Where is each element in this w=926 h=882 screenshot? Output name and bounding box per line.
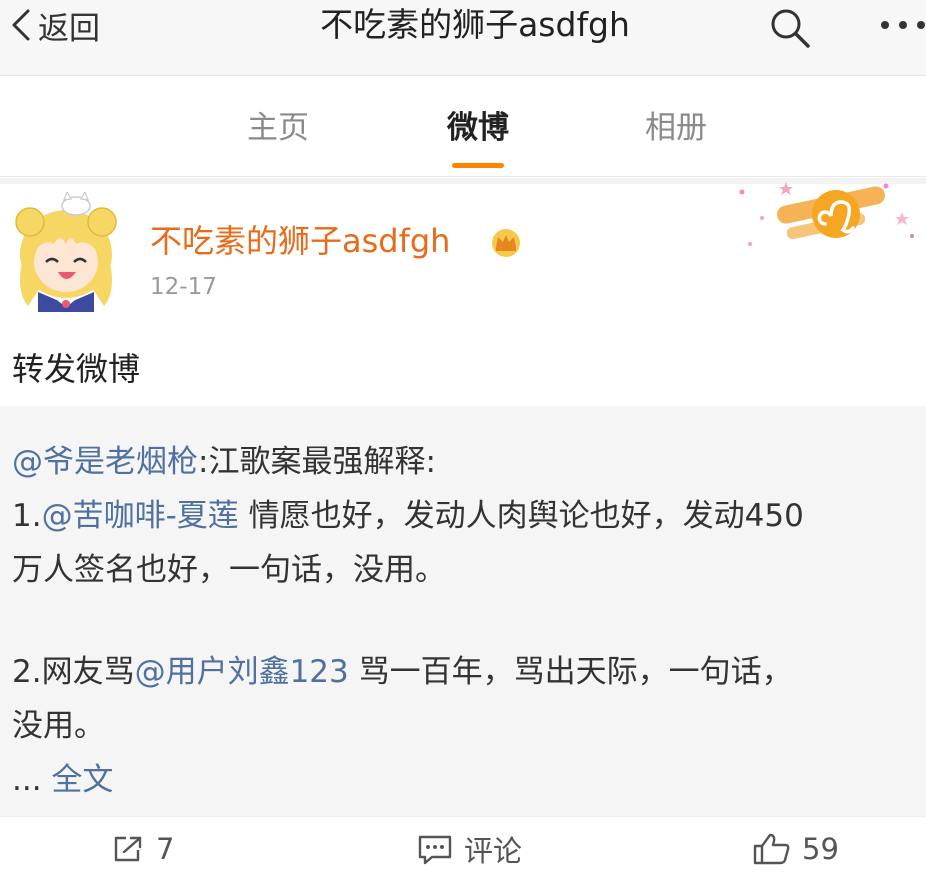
back-label: 返回 <box>38 10 100 47</box>
author-name[interactable]: 不吃素的狮子asdfgh <box>150 216 450 262</box>
repost-line: 2.网友骂@用户刘鑫123 骂一百年，骂出天际，一句话， <box>12 646 793 691</box>
full-text-link[interactable]: 全文 <box>51 762 113 798</box>
repost-text: 1. <box>12 498 42 534</box>
repost-button[interactable]: 7 <box>112 831 174 867</box>
comment-label: 评论 <box>464 834 523 868</box>
repost-line: @爷是老烟枪:江歌案最强解释: <box>12 436 436 481</box>
vip-crown-icon <box>492 229 520 257</box>
more-icon[interactable] <box>876 10 926 40</box>
page-title: 不吃素的狮子asdfgh <box>320 5 630 44</box>
tab-album[interactable]: 相册 <box>616 102 736 147</box>
back-chevron-icon <box>12 9 30 41</box>
search-icon[interactable] <box>768 6 812 50</box>
repost-text: :江歌案最强解释: <box>198 444 436 480</box>
mention-link[interactable]: @爷是老烟枪 <box>12 444 198 480</box>
mention-link[interactable]: @用户刘鑫123 <box>135 654 349 690</box>
repost-text: 2.网友骂 <box>12 654 135 690</box>
repost-text: 骂一百年，骂出天际，一句话， <box>348 654 793 690</box>
repost-line: 没用。 <box>12 700 105 745</box>
reposted-content[interactable]: @爷是老烟枪:江歌案最强解释: 1.@苦咖啡-夏莲 情愿也好，发动人肉舆论也好，… <box>0 406 926 816</box>
post-text: 转发微博 <box>12 350 141 388</box>
repost-line: ... 全文 <box>12 754 113 799</box>
repost-count: 7 <box>156 832 175 866</box>
avatar[interactable] <box>10 192 122 312</box>
tab-home[interactable]: 主页 <box>218 102 338 147</box>
post-date: 12-17 <box>150 274 217 300</box>
leo-zodiac-icon <box>739 182 914 246</box>
repost-line: 1.@苦咖啡-夏莲 情愿也好，发动人肉舆论也好，发动450 <box>12 490 804 535</box>
ellipsis-text: ... <box>12 762 52 798</box>
top-navigation-bar: 返回 不吃素的狮子asdfgh <box>0 0 926 76</box>
post-action-bar: 7 评论 59 <box>0 816 926 882</box>
comment-icon <box>418 835 452 865</box>
repost-text: 情愿也好，发动人肉舆论也好，发动450 <box>238 498 804 534</box>
repost-icon <box>114 836 142 862</box>
profile-tabs: 主页 微博 相册 <box>0 77 926 177</box>
mention-link[interactable]: @苦咖啡-夏莲 <box>42 498 239 534</box>
like-button[interactable]: 59 <box>752 831 839 867</box>
repost-text: 没用。 <box>12 708 105 744</box>
active-tab-indicator <box>452 163 504 168</box>
like-count: 59 <box>802 832 839 866</box>
comment-button[interactable]: 评论 <box>416 831 523 868</box>
repost-text: 万人签名也好，一句话，没用。 <box>12 552 446 588</box>
tab-weibo[interactable]: 微博 <box>418 102 538 147</box>
back-button[interactable]: 返回 <box>8 0 100 50</box>
repost-line: 万人签名也好，一句话，没用。 <box>12 544 446 589</box>
like-icon <box>753 833 790 865</box>
